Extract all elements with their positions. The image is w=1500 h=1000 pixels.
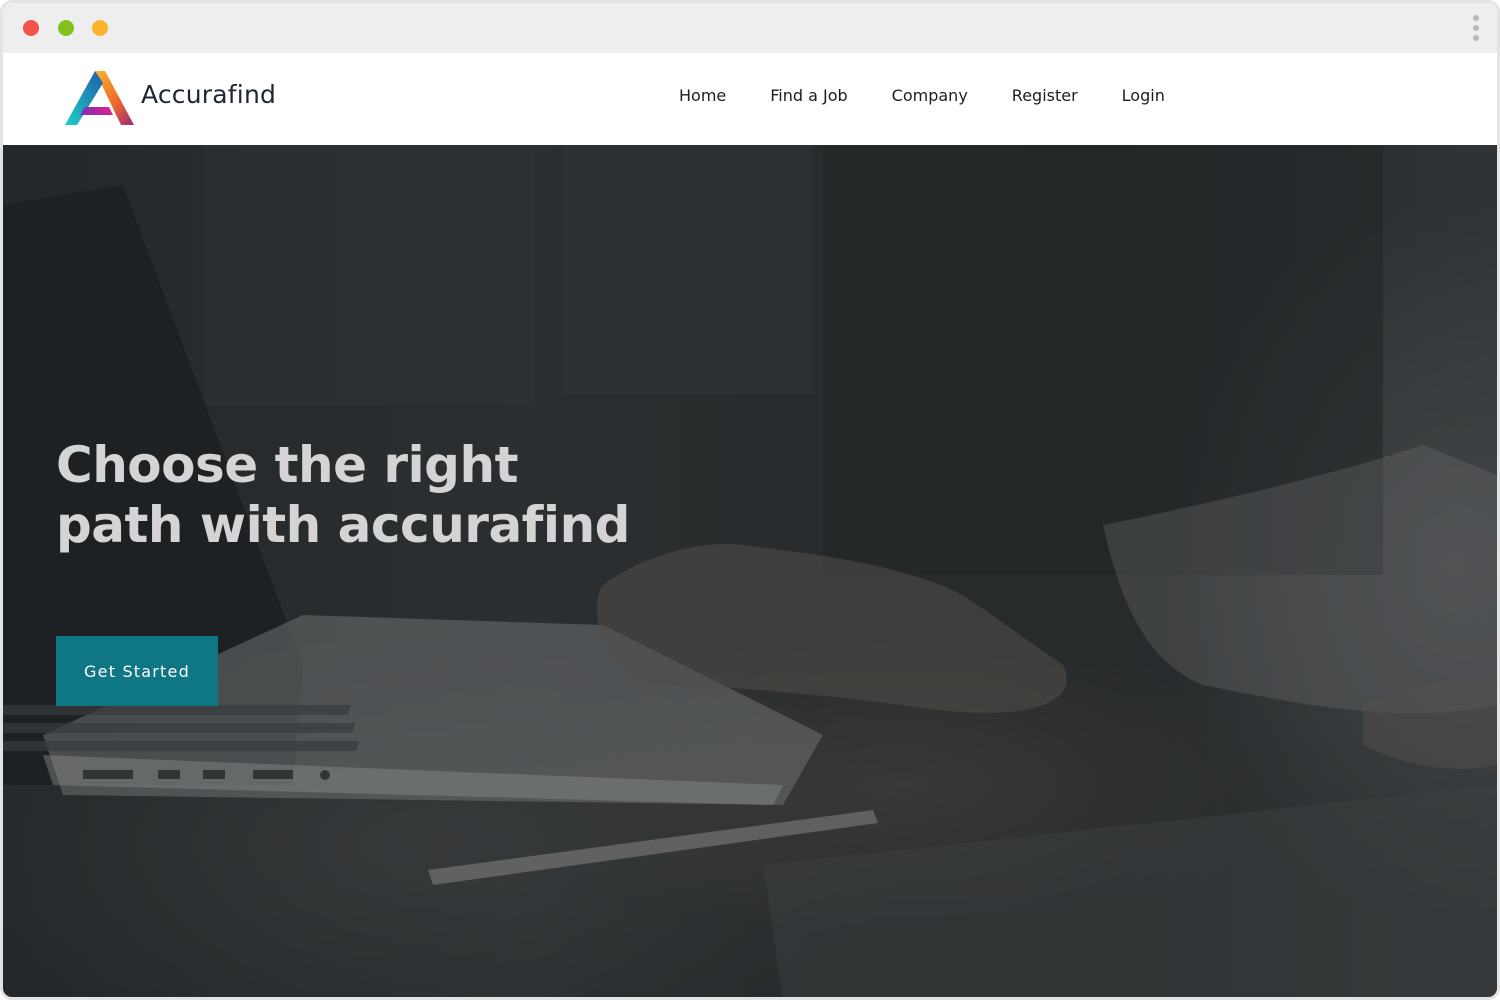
- triangle-a-logo-icon[interactable]: [61, 69, 135, 127]
- nav-item-company[interactable]: Company: [892, 86, 968, 105]
- minimize-window-button[interactable]: [92, 20, 108, 36]
- nav-item-register[interactable]: Register: [1012, 86, 1078, 105]
- kebab-menu-icon[interactable]: [1473, 15, 1479, 43]
- hero-section: Choose the right path with accurafind Ge…: [3, 145, 1497, 997]
- hero-title-line-1: Choose the right: [56, 436, 518, 494]
- nav-item-home[interactable]: Home: [679, 86, 726, 105]
- hero-dark-overlay: [3, 145, 1497, 997]
- site-header: Accurafind Home Find a Job Company Regis…: [3, 53, 1497, 145]
- main-nav: Home Find a Job Company Register Login: [679, 86, 1165, 105]
- maximize-window-button[interactable]: [58, 20, 74, 36]
- get-started-button[interactable]: Get Started: [56, 636, 218, 706]
- browser-window: Accurafind Home Find a Job Company Regis…: [0, 0, 1500, 1000]
- brand-name[interactable]: Accurafind: [141, 80, 276, 109]
- close-window-button[interactable]: [23, 20, 39, 36]
- nav-item-find-a-job[interactable]: Find a Job: [770, 86, 847, 105]
- nav-item-login[interactable]: Login: [1122, 86, 1165, 105]
- hero-title: Choose the right path with accurafind: [56, 435, 696, 555]
- browser-titlebar: [3, 3, 1497, 53]
- hero-title-line-2: path with accurafind: [56, 496, 630, 554]
